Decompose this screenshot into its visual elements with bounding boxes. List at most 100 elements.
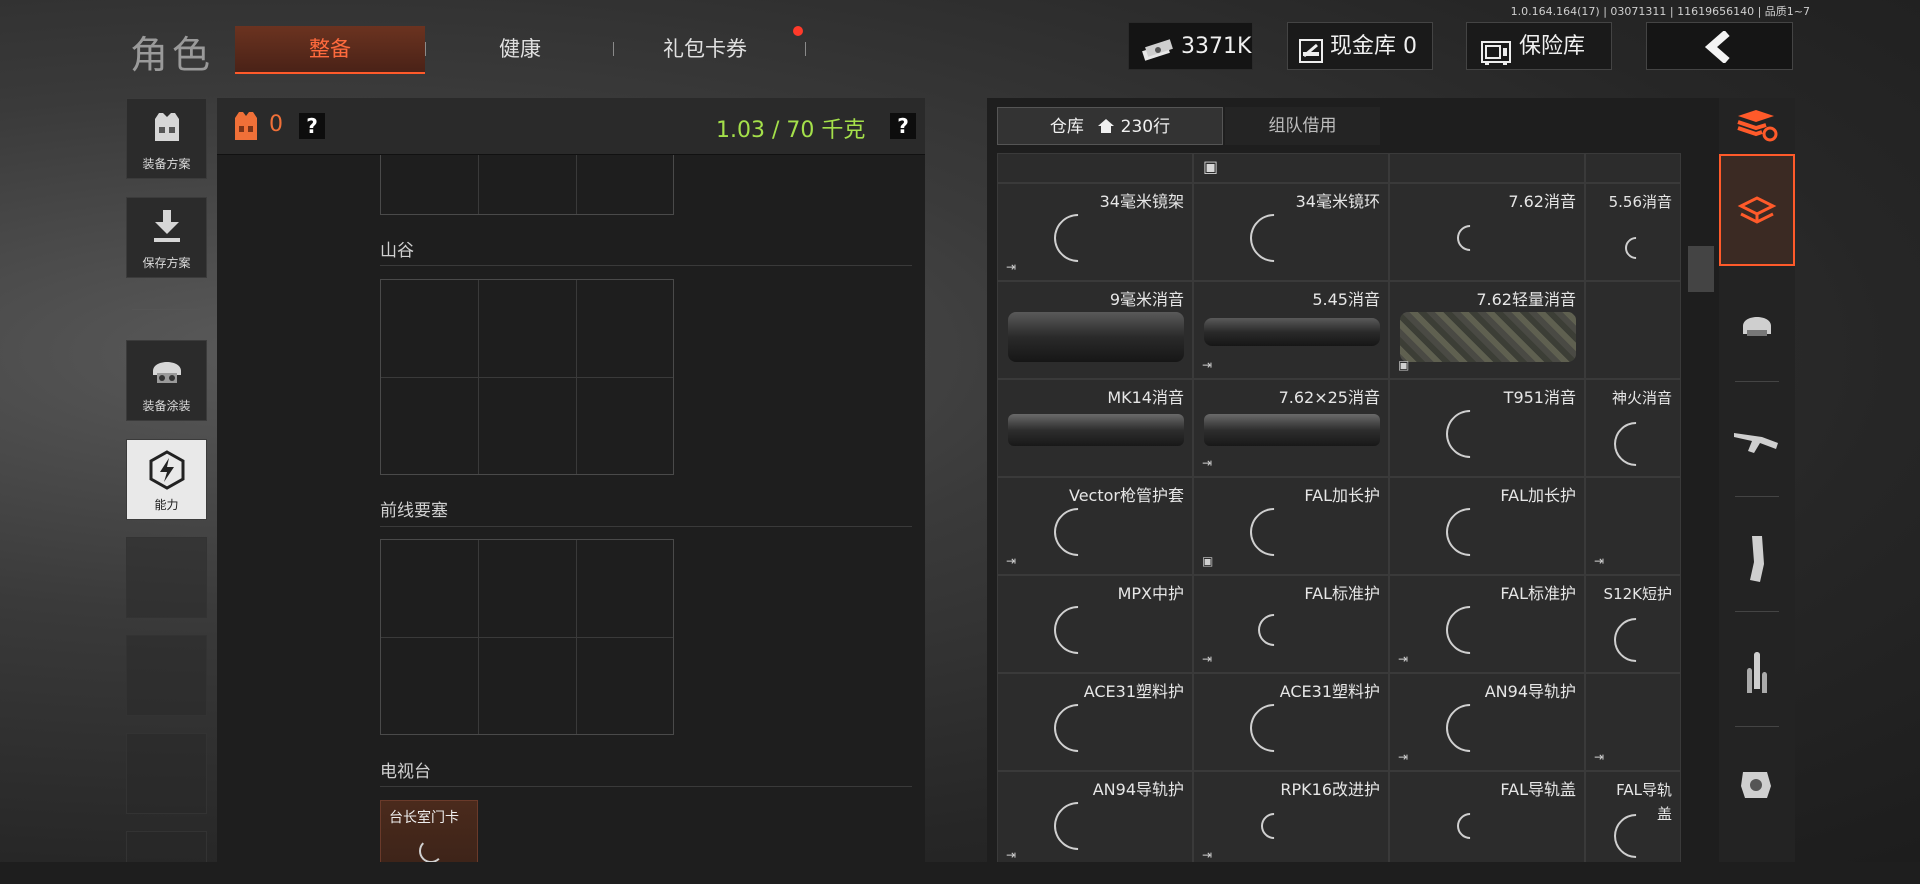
category-armor[interactable]	[1719, 268, 1795, 380]
suppressor-image	[1204, 318, 1380, 346]
inventory-item[interactable]: AN94导轨护 ⇥	[1389, 673, 1585, 771]
sort-refresh-button[interactable]	[1736, 110, 1778, 148]
inventory-scrollbar[interactable]	[1688, 246, 1714, 292]
category-ammo[interactable]	[1719, 613, 1795, 725]
inventory-item[interactable]: 7.62轻量消音 ▣	[1389, 281, 1585, 379]
inventory-item[interactable]: T951消音	[1389, 379, 1585, 477]
inventory-slot[interactable]	[1585, 153, 1681, 183]
inventory-item[interactable]: FAL标准护 ⇥	[1389, 575, 1585, 673]
inventory-item[interactable]: FAL导轨盖	[1389, 771, 1585, 869]
sort-refresh-icon	[1737, 110, 1778, 142]
sidebar-empty-slot	[126, 537, 207, 618]
inventory-item[interactable]: 7.62消音	[1389, 183, 1585, 281]
vest-icon	[154, 113, 179, 141]
loading-spinner-icon	[1240, 694, 1308, 762]
tab-team-borrow[interactable]: 组队借用	[1225, 107, 1380, 145]
suppressor-image	[1400, 312, 1576, 362]
loading-spinner-icon	[1604, 412, 1668, 476]
category-all[interactable]	[1719, 154, 1795, 266]
storage-grid[interactable]	[380, 155, 674, 215]
exit-icon: ⇥	[1202, 456, 1213, 470]
equipment-skin-label: 装备涂装	[142, 399, 191, 413]
layers-icon	[1737, 196, 1777, 224]
loading-spinner-icon	[1240, 204, 1308, 272]
inventory-item[interactable]: FAL加长护 ▣	[1193, 477, 1389, 575]
save-plan-button[interactable]: 保存方案	[126, 197, 207, 278]
armor-count: 0	[269, 112, 283, 137]
inventory-item[interactable]: ⇥	[1585, 477, 1681, 575]
money-display[interactable]: 3371K	[1128, 22, 1253, 70]
category-weapons[interactable]	[1719, 383, 1795, 495]
inventory-item[interactable]: FAL标准护 ⇥	[1193, 575, 1389, 673]
inventory-item[interactable]: 5.45消音 ⇥	[1193, 281, 1389, 379]
inventory-slot[interactable]	[1389, 153, 1585, 183]
weight-help-button[interactable]: ?	[890, 113, 916, 139]
cash-vault-button[interactable]: 现金库 0	[1287, 22, 1433, 70]
item-name: FAL加长护	[1500, 486, 1576, 505]
inventory-slot[interactable]	[1193, 153, 1389, 183]
inventory-item[interactable]: Vector枪管护套 ⇥	[997, 477, 1193, 575]
loading-spinner-icon	[1255, 807, 1293, 845]
inventory-grid: 34毫米镜架 ⇥ 34毫米镜环 7.62消音 5.56消音 9毫米消音 5.45消音 ⇥ 7.6…	[997, 153, 1685, 884]
loading-spinner-icon	[1436, 694, 1504, 762]
section-title: 山谷	[380, 241, 414, 261]
category-divider	[1735, 611, 1779, 612]
sight-icon	[1741, 772, 1771, 798]
inventory-item[interactable]: 34毫米镜环	[1193, 183, 1389, 281]
cash-vault-label: 现金库 0	[1330, 34, 1417, 59]
inventory-item[interactable]: ACE31塑料护	[1193, 673, 1389, 771]
safe-button[interactable]: 保险库	[1466, 22, 1612, 70]
inventory-item[interactable]: 34毫米镜架 ⇥	[997, 183, 1193, 281]
loading-spinner-icon	[1044, 694, 1112, 762]
tab-warehouse[interactable]: 仓库 230行	[997, 107, 1223, 145]
tab-gift-vouchers[interactable]: 礼包卡券	[620, 26, 790, 72]
inventory-item[interactable]	[1585, 281, 1681, 379]
inventory-item[interactable]: FAL导轨盖	[1585, 771, 1681, 869]
safe-label: 保险库	[1519, 34, 1586, 59]
inventory-item[interactable]: ⇥	[1585, 673, 1681, 771]
category-attachments[interactable]	[1719, 728, 1795, 840]
item-name: 9毫米消音	[1109, 290, 1184, 309]
suppressor-image	[1008, 414, 1184, 446]
tab-health[interactable]: 健康	[440, 26, 600, 72]
inventory-item[interactable]: AN94导轨护 ⇥	[997, 771, 1193, 869]
inventory-item[interactable]: 7.62×25消音 ⇥	[1193, 379, 1389, 477]
ability-button[interactable]: 能力	[126, 439, 207, 520]
storage-grid[interactable]	[380, 279, 674, 475]
box-icon: ▣	[1203, 157, 1219, 176]
section-divider	[380, 526, 912, 527]
inventory-item[interactable]: 5.56消音	[1585, 183, 1681, 281]
help-button[interactable]: ?	[299, 113, 325, 139]
category-divider	[1735, 496, 1779, 497]
item-name: AN94导轨护	[1484, 682, 1576, 701]
loading-spinner-icon	[1436, 596, 1504, 664]
inventory-item[interactable]: ACE31塑料护	[997, 673, 1193, 771]
category-magazines[interactable]	[1719, 498, 1795, 610]
inventory-item[interactable]: MK14消音	[997, 379, 1193, 477]
category-divider	[1735, 381, 1779, 382]
exit-icon: ⇥	[1398, 750, 1409, 764]
inventory-slot[interactable]	[997, 153, 1193, 183]
page-title: 角色	[130, 33, 215, 77]
inventory-item[interactable]: MPX中护	[997, 575, 1193, 673]
storage-grid[interactable]	[380, 539, 674, 735]
inventory-item[interactable]: S12K短护	[1585, 575, 1681, 673]
item-name: RPK16改进护	[1280, 780, 1380, 799]
loading-spinner-icon	[1044, 596, 1112, 664]
equipment-skin-button[interactable]: 装备涂装	[126, 340, 207, 421]
inventory-item[interactable]: RPK16改进护 ⇥	[1193, 771, 1389, 869]
item-name: FAL标准护	[1500, 584, 1576, 603]
inventory-item[interactable]: FAL加长护	[1389, 477, 1585, 575]
item-name: 神火消音	[1611, 389, 1672, 407]
loading-spinner-icon	[1451, 219, 1489, 257]
item-name: 5.56消音	[1608, 193, 1672, 211]
back-button[interactable]	[1646, 22, 1793, 70]
item-name: ACE31塑料护	[1083, 682, 1184, 701]
tab-loadout[interactable]: 整备	[235, 26, 425, 74]
loadout-plan-button[interactable]: 装备方案	[126, 98, 207, 179]
sidebar-empty-slot	[126, 635, 207, 716]
item-name: Vector枪管护套	[1069, 486, 1184, 505]
inventory-item[interactable]: 神火消音	[1585, 379, 1681, 477]
inventory-item[interactable]: 9毫米消音	[997, 281, 1193, 379]
loading-spinner-icon	[1044, 498, 1112, 566]
